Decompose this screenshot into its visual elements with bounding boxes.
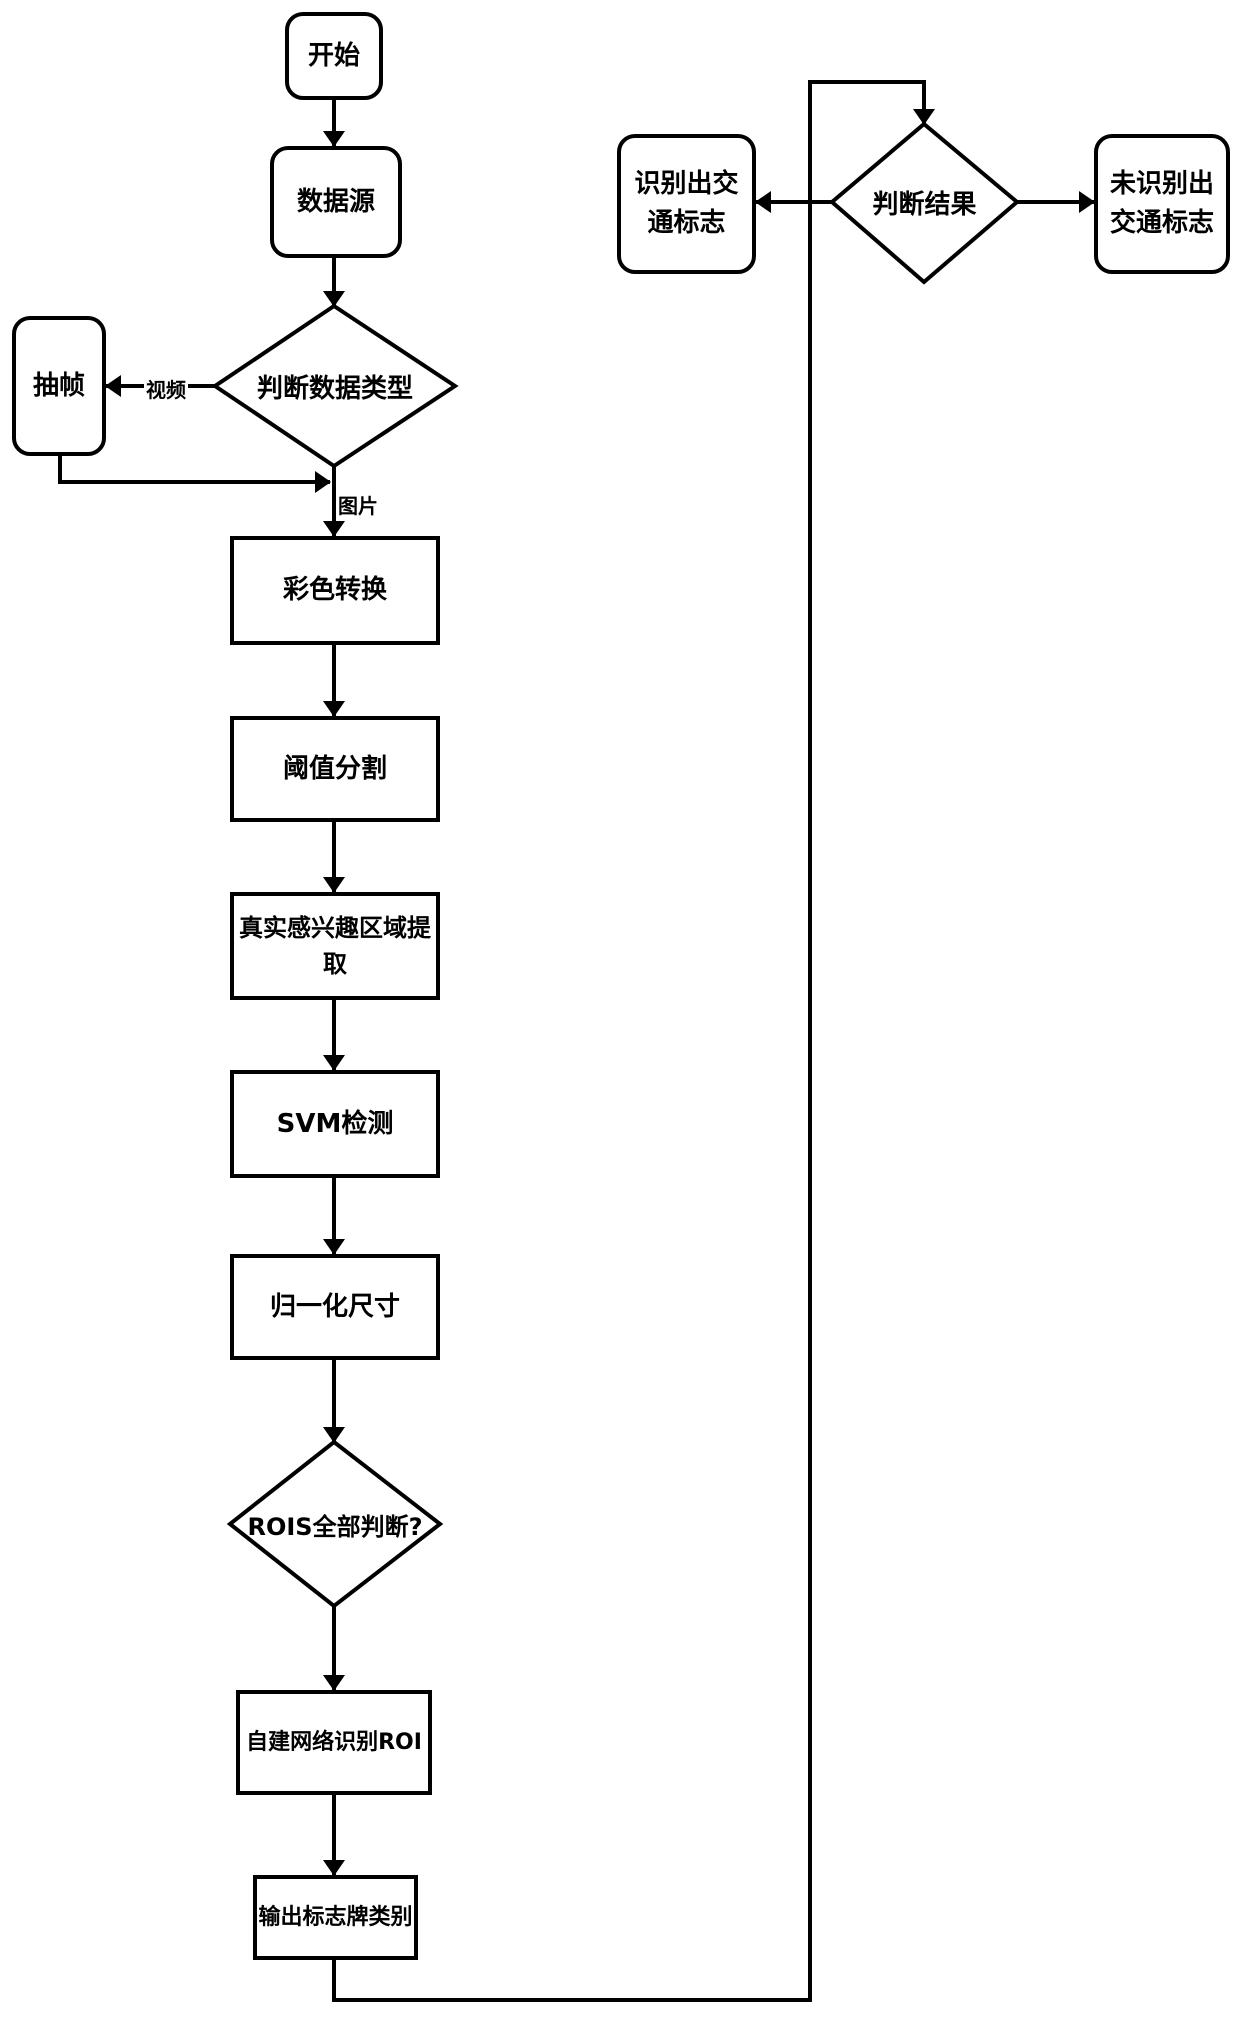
threshold-segmentation-label: 阈值分割: [282, 753, 387, 784]
start-label: 开始: [307, 40, 360, 71]
edge-label-image: 图片: [338, 494, 378, 518]
edge-label-video: 视频: [144, 374, 188, 403]
output-category-node: 输出标志牌类别: [253, 1875, 418, 1960]
rois-label-wrap: ROIS全部判断?: [230, 1504, 440, 1544]
judge-type-label-wrap: 判断数据类型: [215, 366, 455, 406]
svm-detection-label: SVM检测: [276, 1108, 394, 1139]
extract-frames-node: 抽帧: [12, 316, 106, 456]
recognized-label: 识别出交通标志: [634, 169, 739, 238]
judge-result-label: 判断结果: [872, 189, 977, 220]
recognized-node: 识别出交通标志: [617, 134, 756, 274]
output-category-label: 输出标志牌类别: [258, 1905, 413, 1930]
svm-detection-node: SVM检测: [230, 1070, 440, 1178]
data-source-label: 数据源: [296, 186, 375, 217]
normalize-size-label: 归一化尺寸: [269, 1291, 400, 1322]
roi-extraction-node: 真实感兴趣区域提取: [230, 892, 440, 1000]
edge-extract-merge: [58, 456, 331, 493]
not-recognized-label: 未识别出交通标志: [1109, 169, 1214, 238]
extract-frames-label: 抽帧: [32, 370, 85, 401]
threshold-segmentation-node: 阈值分割: [230, 716, 440, 822]
judge-result-label-wrap: 判断结果: [832, 182, 1017, 222]
data-source-node: 数据源: [270, 146, 402, 258]
color-conversion-label: 彩色转换: [282, 575, 387, 605]
roi-extraction-label: 真实感兴趣区域提取: [239, 914, 431, 978]
custom-network-node: 自建网络识别ROI: [236, 1690, 432, 1795]
flowchart-connectors: [58, 80, 1095, 2002]
color-conversion-node: 彩色转换: [230, 536, 440, 645]
start-node: 开始: [285, 12, 383, 100]
rois-all-judged-label: ROIS全部判断?: [247, 1512, 423, 1541]
normalize-size-node: 归一化尺寸: [230, 1254, 440, 1360]
not-recognized-node: 未识别出交通标志: [1094, 134, 1230, 274]
custom-network-label: 自建网络识别ROI: [246, 1730, 422, 1755]
judge-type-label: 判断数据类型: [256, 373, 413, 404]
